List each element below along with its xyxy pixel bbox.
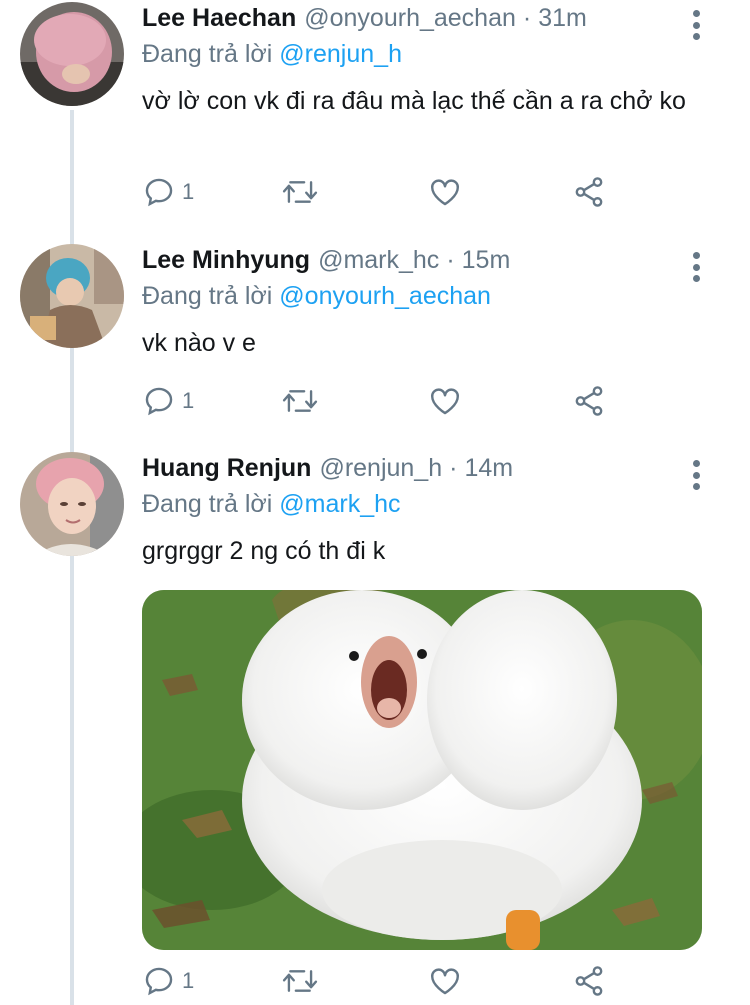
share-button[interactable] xyxy=(572,384,606,418)
replying-to-label: Đang trả lời xyxy=(142,282,273,310)
goose-photo[interactable] xyxy=(142,590,702,950)
separator-dot: · xyxy=(522,4,532,32)
avatar[interactable] xyxy=(20,2,124,106)
reply-button[interactable]: 1 xyxy=(142,175,194,209)
like-button[interactable] xyxy=(428,384,462,418)
replying-to-label: Đang trả lời xyxy=(142,490,273,518)
tweet-actions: 1 xyxy=(142,175,622,211)
tweet-actions: 1 xyxy=(142,384,622,420)
retweet-button[interactable] xyxy=(282,964,318,998)
tweet-text: vk nào v e xyxy=(142,329,256,357)
separator-dot: · xyxy=(449,454,458,482)
user-handle[interactable]: @onyourh_aechan xyxy=(304,4,516,33)
retweet-icon xyxy=(282,390,318,412)
tweet-text: grgrggr 2 ng có th đi k xyxy=(142,537,386,565)
reply-count: 1 xyxy=(182,968,195,993)
retweet-icon xyxy=(282,970,318,992)
tweet-lee-minhyung[interactable]: Lee Minhyung @mark_hc · 15m Đang trả lời… xyxy=(0,242,750,442)
avatar[interactable] xyxy=(20,244,124,348)
replying-to: Đang trả lời @renjun_h xyxy=(142,40,730,76)
mention-link[interactable]: @onyourh_aechan xyxy=(279,282,491,310)
like-icon xyxy=(431,179,459,206)
reply-count: 1 xyxy=(182,388,195,413)
like-icon xyxy=(431,388,459,415)
reply-count: 1 xyxy=(182,179,195,204)
reply-icon xyxy=(145,178,173,207)
display-name[interactable]: Huang Renjun xyxy=(142,454,311,483)
like-button[interactable] xyxy=(428,964,462,998)
user-handle[interactable]: @mark_hc xyxy=(318,246,439,275)
display-name[interactable]: Lee Minhyung xyxy=(142,246,310,275)
more-options-icon[interactable] xyxy=(692,252,700,282)
like-icon xyxy=(431,968,459,995)
mention-link[interactable]: @mark_hc xyxy=(279,490,400,518)
retweet-button[interactable] xyxy=(282,384,318,418)
separator-dot: · xyxy=(446,246,455,274)
retweet-icon xyxy=(282,181,318,203)
like-button[interactable] xyxy=(428,175,462,209)
tweet-actions: 1 xyxy=(142,964,622,1000)
tweet-huang-renjun[interactable]: Huang Renjun @renjun_h · 14m Đang trả lờ… xyxy=(0,450,750,1005)
tweet-text: vờ lờ con vk đi ra đâu mà lạc thế cần a … xyxy=(142,87,686,115)
replying-to: Đang trả lời @onyourh_aechan xyxy=(142,282,730,318)
mention-link[interactable]: @renjun_h xyxy=(279,40,402,68)
share-icon xyxy=(575,966,603,996)
reply-button[interactable]: 1 xyxy=(142,964,194,998)
more-options-icon[interactable] xyxy=(692,460,700,490)
timestamp[interactable]: 14m xyxy=(464,454,513,483)
display-name[interactable]: Lee Haechan xyxy=(142,4,296,33)
user-handle[interactable]: @renjun_h xyxy=(319,454,442,483)
share-button[interactable] xyxy=(572,175,606,209)
reply-button[interactable]: 1 xyxy=(142,384,194,418)
replying-to: Đang trả lời @mark_hc xyxy=(142,490,730,526)
tweet-lee-haechan[interactable]: Lee Haechan @onyourh_aechan · 31m Đang t… xyxy=(0,0,750,230)
share-icon xyxy=(575,386,603,416)
avatar[interactable] xyxy=(20,452,124,556)
replying-to-label: Đang trả lời xyxy=(142,40,273,68)
retweet-button[interactable] xyxy=(282,175,318,209)
share-button[interactable] xyxy=(572,964,606,998)
more-options-icon[interactable] xyxy=(692,10,700,40)
reply-icon xyxy=(145,967,173,996)
reply-icon xyxy=(145,387,173,416)
share-icon xyxy=(575,177,603,207)
timestamp[interactable]: 31m xyxy=(538,4,587,33)
timestamp[interactable]: 15m xyxy=(462,246,511,275)
